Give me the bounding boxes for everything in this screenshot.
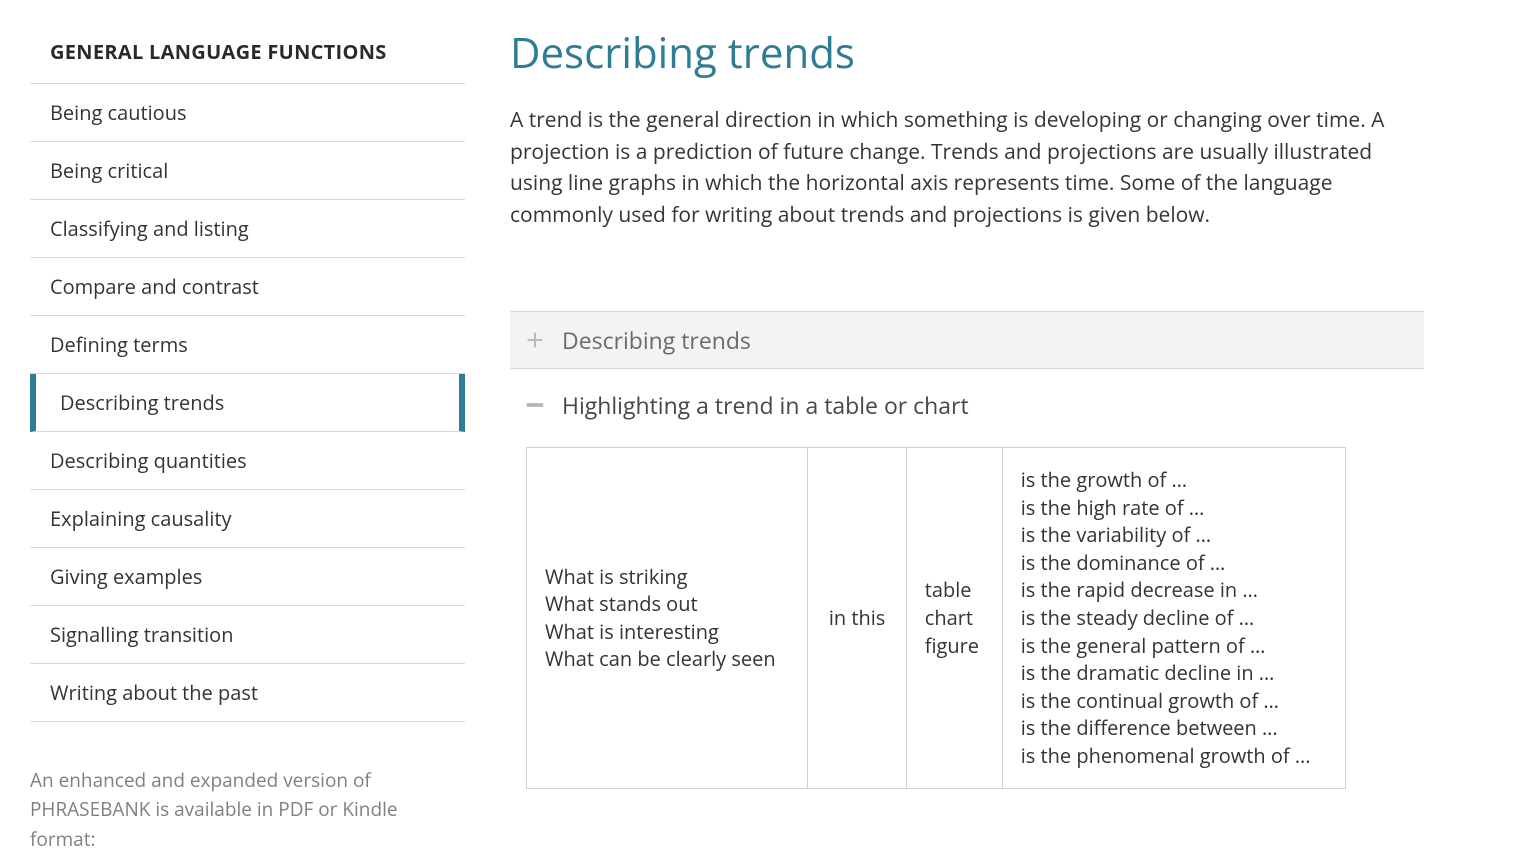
sidebar-item-being-cautious[interactable]: Being cautious xyxy=(30,84,465,142)
phrase-line: is the rapid decrease in … xyxy=(1021,576,1328,604)
accordion-header-describing-trends[interactable]: Describing trends xyxy=(510,312,1424,369)
sidebar-item-describing-trends[interactable]: Describing trends xyxy=(30,374,465,432)
phrase-line: What stands out xyxy=(545,590,789,618)
sidebar-item-compare-and-contrast[interactable]: Compare and contrast xyxy=(30,258,465,316)
phrase-line: is the steady decline of … xyxy=(1021,604,1328,632)
accordion-describing-trends: Describing trends xyxy=(510,311,1424,369)
sidebar-item-defining-terms[interactable]: Defining terms xyxy=(30,316,465,374)
sidebar-note: An enhanced and expanded version of PHRA… xyxy=(30,722,465,854)
accordion-title: Describing trends xyxy=(562,324,751,356)
phrase-line: is the dominance of … xyxy=(1021,549,1328,577)
sidebar-item-giving-examples[interactable]: Giving examples xyxy=(30,548,465,606)
accordion-body: What is striking What stands out What is… xyxy=(510,437,1424,813)
phrase-line: What can be clearly seen xyxy=(545,645,789,673)
table-cell-connector: in this xyxy=(808,448,906,789)
sidebar-list: Being cautious Being critical Classifyin… xyxy=(30,84,465,722)
phrase-line: table xyxy=(925,576,984,604)
phrase-line: is the dramatic decline in … xyxy=(1021,659,1328,687)
sidebar-item-explaining-causality[interactable]: Explaining causality xyxy=(30,490,465,548)
phrase-table: What is striking What stands out What is… xyxy=(526,447,1346,789)
minus-icon xyxy=(524,394,546,416)
table-cell-endings: is the growth of … is the high rate of …… xyxy=(1002,448,1346,789)
phrase-line: chart xyxy=(925,604,984,632)
phrase-line: What is striking xyxy=(545,563,789,591)
accordion-title: Highlighting a trend in a table or chart xyxy=(562,389,969,421)
phrase-line: is the growth of … xyxy=(1021,466,1328,494)
page-title: Describing trends xyxy=(510,24,1424,81)
phrase-line: is the high rate of … xyxy=(1021,494,1328,522)
phrase-line: is the difference between … xyxy=(1021,714,1328,742)
accordion-header-highlighting-trend[interactable]: Highlighting a trend in a table or chart xyxy=(510,369,1424,437)
phrase-line: is the continual growth of … xyxy=(1021,687,1328,715)
plus-icon xyxy=(524,329,546,351)
accordion-highlighting-trend: Highlighting a trend in a table or chart… xyxy=(510,369,1424,813)
table-cell-openers: What is striking What stands out What is… xyxy=(527,448,808,789)
phrase-line: What is interesting xyxy=(545,618,789,646)
main-content: Describing trends A trend is the general… xyxy=(470,20,1520,854)
sidebar-item-classifying-and-listing[interactable]: Classifying and listing xyxy=(30,200,465,258)
sidebar-item-being-critical[interactable]: Being critical xyxy=(30,142,465,200)
intro-text: A trend is the general direction in whic… xyxy=(510,105,1424,231)
phrase-line: figure xyxy=(925,632,984,660)
phrase-line: is the variability of … xyxy=(1021,521,1328,549)
sidebar-heading: GENERAL LANGUAGE FUNCTIONS xyxy=(30,20,465,84)
table-cell-nouns: table chart figure xyxy=(906,448,1002,789)
phrase-line: is the phenomenal growth of … xyxy=(1021,742,1328,770)
sidebar-item-signalling-transition[interactable]: Signalling transition xyxy=(30,606,465,664)
sidebar: GENERAL LANGUAGE FUNCTIONS Being cautiou… xyxy=(0,20,470,854)
sidebar-item-describing-quantities[interactable]: Describing quantities xyxy=(30,432,465,490)
table-row: What is striking What stands out What is… xyxy=(527,448,1346,789)
phrase-line: is the general pattern of … xyxy=(1021,632,1328,660)
sidebar-item-writing-about-the-past[interactable]: Writing about the past xyxy=(30,664,465,722)
